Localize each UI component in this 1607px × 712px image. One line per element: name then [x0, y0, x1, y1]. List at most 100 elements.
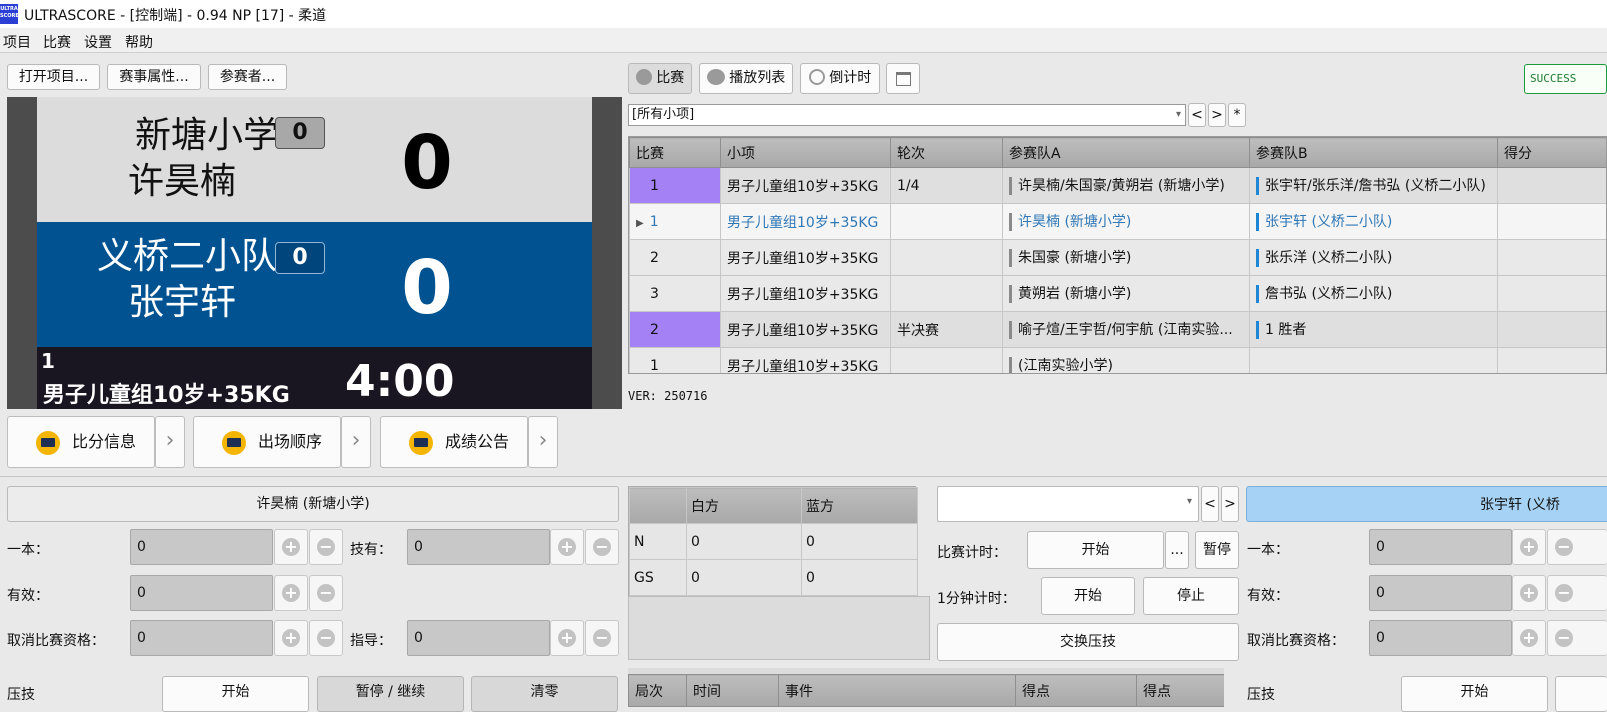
filter-next-button[interactable]: >	[1208, 103, 1226, 127]
blue-ippon-label: 一本：	[1247, 539, 1289, 559]
hansoku-label: 取消比赛资格：	[7, 630, 105, 650]
white-ippon-plus-button[interactable]: +	[274, 529, 308, 565]
col-score[interactable]: 得分	[1498, 138, 1607, 168]
blue-ippon-plus-button[interactable]: +	[1512, 529, 1546, 565]
white-ippon-field[interactable]: 0	[130, 529, 273, 565]
blue-hansoku-minus-button[interactable]: −	[1547, 620, 1607, 656]
minus-icon: −	[593, 629, 611, 647]
order-screen-button[interactable]: 出场顺序	[193, 416, 341, 468]
stats-col-blue: 蓝方	[802, 488, 918, 524]
minute-timer-start-button[interactable]: 开始	[1041, 577, 1135, 615]
clock-icon	[809, 69, 825, 85]
blue-ippon-field[interactable]: 0	[1369, 529, 1512, 565]
white-ippon-minus-button[interactable]: −	[309, 529, 343, 565]
countdown-button[interactable]: 倒计时	[800, 63, 880, 94]
display-toggle-button[interactable]	[886, 63, 920, 94]
plus-icon: +	[282, 584, 300, 602]
yuko-label: 有效：	[7, 585, 49, 605]
row-match: 3	[630, 276, 721, 312]
minute-timer-stop-button[interactable]: 停止	[1143, 577, 1239, 615]
white-yuko-field[interactable]: 0	[130, 575, 273, 611]
divider	[0, 52, 1607, 53]
table-row[interactable]: 1 男子儿童组10岁+35KG 1/4 许昊楠/朱国豪/黄朔岩 (新塘小学) 张…	[630, 168, 1607, 204]
row-match: 1	[650, 214, 659, 230]
white-yuko-plus-button[interactable]: +	[274, 575, 308, 611]
events-col-points-b[interactable]: 得点	[1137, 675, 1225, 707]
match-next-button[interactable]: >	[1221, 486, 1239, 522]
row-score	[1498, 276, 1607, 312]
match-timer-more-button[interactable]: ...	[1165, 531, 1189, 569]
stats-cell: 0	[802, 524, 918, 560]
white-hansoku-plus-button[interactable]: +	[274, 620, 308, 656]
table-row[interactable]: 2 男子儿童组10岁+35KG 朱国豪 (新塘小学) 张乐洋 (义桥二小队)	[630, 240, 1607, 276]
match-timer-start-button[interactable]: 开始	[1027, 531, 1164, 569]
blue-yuko-minus-button[interactable]: −	[1547, 575, 1607, 611]
white-hansoku-field[interactable]: 0	[130, 620, 273, 656]
menu-match[interactable]: 比赛	[43, 32, 71, 52]
row-match: 2	[630, 312, 721, 348]
col-round[interactable]: 轮次	[891, 138, 1003, 168]
col-category[interactable]: 小项	[721, 138, 891, 168]
table-row[interactable]: 1 男子儿童组10岁+35KG (江南实验小学)	[630, 348, 1607, 375]
row-category: 男子儿童组10岁+35KG	[721, 168, 891, 204]
row-team-a: (江南实验小学)	[1009, 357, 1113, 375]
score-info-expand-button[interactable]: ›	[155, 416, 185, 468]
open-project-button[interactable]: 打开项目...	[7, 64, 100, 90]
white-player-header: 许昊楠 (新塘小学)	[7, 486, 619, 522]
blue-yuko-plus-button[interactable]: +	[1512, 575, 1546, 611]
events-col-time[interactable]: 时间	[687, 675, 779, 707]
white-hansoku-minus-button[interactable]: −	[309, 620, 343, 656]
match-select[interactable]: ▾	[937, 486, 1199, 522]
col-team-a[interactable]: 参赛队A	[1003, 138, 1250, 168]
white-shido-minus-button[interactable]: −	[585, 620, 619, 656]
stats-cell: N	[630, 524, 687, 560]
waza-label: 技有：	[350, 539, 392, 559]
order-expand-button[interactable]: ›	[341, 416, 371, 468]
match-prev-button[interactable]: <	[1201, 486, 1219, 522]
menu-help[interactable]: 帮助	[125, 32, 153, 52]
match-timer-pause-button[interactable]: 暂停	[1195, 531, 1239, 569]
score-info-screen-button[interactable]: 比分信息	[7, 416, 155, 468]
divider	[0, 476, 1607, 477]
row-score	[1498, 240, 1607, 276]
filter-prev-button[interactable]: <	[1188, 103, 1206, 127]
menu-settings[interactable]: 设置	[84, 32, 112, 52]
table-row-selected[interactable]: ▶1 男子儿童组10岁+35KG 许昊楠 (新塘小学) 张宇轩 (义桥二小队)	[630, 204, 1607, 240]
table-row[interactable]: 2 男子儿童组10岁+35KG 半决赛 喻子煊/王宇哲/何宇航 (江南实验...…	[630, 312, 1607, 348]
white-yuko-minus-button[interactable]: −	[309, 575, 343, 611]
participants-button[interactable]: 参赛者...	[208, 64, 287, 90]
results-screen-button[interactable]: 成绩公告	[380, 416, 528, 468]
swap-osaekomi-button[interactable]: 交换压技	[937, 623, 1239, 661]
category-filter-select[interactable]: [所有小项] ▾	[628, 104, 1186, 126]
white-waza-plus-button[interactable]: +	[550, 529, 584, 565]
filter-all-button[interactable]: *	[1228, 103, 1246, 127]
stats-table: 白方 蓝方 N 0 0 GS 0 0	[628, 486, 916, 596]
match-tab-label: 比赛	[656, 70, 684, 86]
events-col-period[interactable]: 局次	[629, 675, 687, 707]
stats-row: GS 0 0	[630, 560, 918, 596]
plus-icon: +	[1520, 629, 1538, 647]
col-match[interactable]: 比赛	[630, 138, 721, 168]
row-round	[891, 276, 1003, 312]
monitor-icon	[409, 431, 433, 455]
blue-yuko-field[interactable]: 0	[1369, 575, 1512, 611]
results-expand-button[interactable]: ›	[528, 416, 558, 468]
shido-label: 指导：	[350, 630, 392, 650]
chevron-down-icon: ▾	[1176, 105, 1181, 125]
col-team-b[interactable]: 参赛队B	[1250, 138, 1498, 168]
blue-ippon-minus-button[interactable]: −	[1547, 529, 1607, 565]
events-col-points-a[interactable]: 得点	[1016, 675, 1137, 707]
white-shido-field[interactable]: 0	[407, 620, 550, 656]
event-properties-button[interactable]: 赛事属性...	[107, 64, 201, 90]
playlist-button[interactable]: 播放列表	[699, 63, 793, 94]
menu-project[interactable]: 项目	[3, 32, 31, 52]
match-tab-button[interactable]: 比赛	[628, 63, 692, 94]
table-row[interactable]: 3 男子儿童组10岁+35KG 黄朔岩 (新塘小学) 詹书弘 (义桥二小队)	[630, 276, 1607, 312]
white-shido-plus-button[interactable]: +	[550, 620, 584, 656]
blue-hansoku-plus-button[interactable]: +	[1512, 620, 1546, 656]
white-waza-field[interactable]: 0	[407, 529, 550, 565]
blue-hansoku-field[interactable]: 0	[1369, 620, 1512, 656]
white-waza-minus-button[interactable]: −	[585, 529, 619, 565]
white-penalty-count: 0	[275, 117, 325, 149]
events-col-event[interactable]: 事件	[779, 675, 1016, 707]
